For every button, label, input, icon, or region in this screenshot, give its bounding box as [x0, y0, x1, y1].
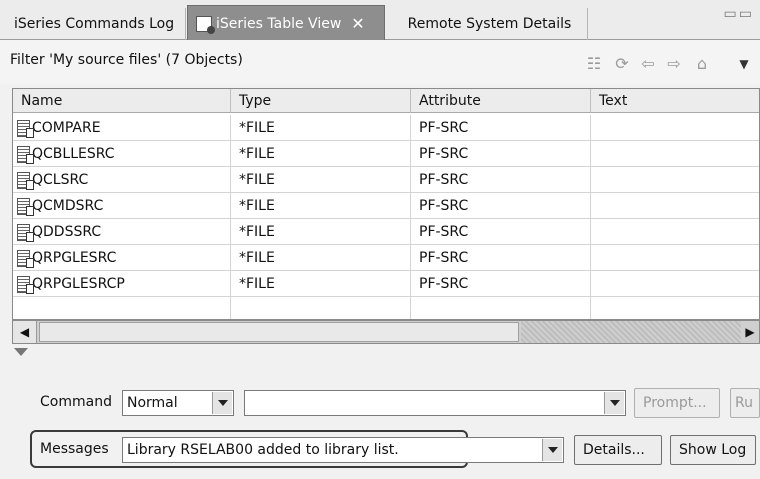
table-row[interactable]: QDDSSRC *FILE PF-SRC	[13, 219, 759, 245]
tab-table-view-label: iSeries Table View	[216, 15, 342, 32]
scroll-left-icon[interactable]: ◀	[13, 321, 37, 343]
command-label: Command	[40, 394, 112, 410]
view-menu-icon[interactable]: ▼	[734, 54, 754, 74]
show-log-button[interactable]: Show Log	[670, 435, 756, 465]
back-icon[interactable]: ⇦	[638, 54, 658, 74]
column-header-attribute[interactable]: Attribute	[411, 89, 591, 113]
tab-remote-system-details[interactable]: Remote System Details	[392, 8, 588, 40]
row-text	[591, 141, 759, 167]
scroll-right-icon[interactable]: ▶	[741, 321, 759, 343]
source-file-icon	[17, 275, 34, 294]
row-name: QRPGLESRC	[32, 250, 117, 266]
row-attribute: PF-SRC	[411, 219, 591, 245]
row-text	[591, 167, 759, 193]
row-name: QCBLLESRC	[32, 146, 115, 162]
source-file-icon	[17, 223, 34, 242]
chevron-down-icon[interactable]	[212, 392, 232, 414]
source-file-icon	[17, 145, 34, 164]
column-header-type[interactable]: Type	[231, 89, 411, 113]
tab-commands-log[interactable]: iSeries Commands Log	[6, 8, 186, 40]
source-file-icon	[17, 171, 34, 190]
command-mode-select[interactable]: Normal	[122, 390, 234, 416]
scrollbar-thumb[interactable]	[39, 322, 519, 342]
scrollbar-track[interactable]	[521, 321, 741, 343]
close-icon[interactable]: ✕	[351, 14, 364, 33]
row-type: *FILE	[231, 167, 411, 193]
row-attribute: PF-SRC	[411, 115, 591, 141]
column-header-text[interactable]: Text	[591, 89, 759, 113]
row-name: QCLSRC	[32, 172, 89, 188]
row-type: *FILE	[231, 193, 411, 219]
row-text	[591, 115, 759, 141]
messages-combo[interactable]: Library RSELAB00 added to library list.	[122, 437, 564, 463]
row-attribute: PF-SRC	[411, 271, 591, 297]
table-header: Name Type Attribute Text	[13, 89, 759, 113]
chevron-down-icon[interactable]	[604, 392, 624, 414]
view-tab-bar: iSeries Commands Log iSeries Table View …	[0, 0, 760, 41]
table-view-icon	[196, 15, 215, 34]
row-name: QRPGLESRCP	[32, 276, 125, 292]
filter-icon[interactable]: ☷	[584, 54, 604, 74]
horizontal-scrollbar[interactable]: ◀ ▶	[12, 320, 760, 344]
row-attribute: PF-SRC	[411, 193, 591, 219]
row-name: QCMDSRC	[32, 198, 104, 214]
objects-table: Name Type Attribute Text COMPARE *FILE P…	[12, 88, 760, 320]
column-header-name[interactable]: Name	[13, 89, 231, 113]
chevron-down-icon[interactable]	[542, 439, 562, 461]
row-type: *FILE	[231, 141, 411, 167]
table-row[interactable]: COMPARE *FILE PF-SRC	[13, 115, 759, 141]
minimize-maximize-icon[interactable]: ▭▭	[724, 6, 754, 22]
table-row[interactable]: QCMDSRC *FILE PF-SRC	[13, 193, 759, 219]
row-text	[591, 271, 759, 297]
row-type: *FILE	[231, 271, 411, 297]
filter-label: Filter 'My source files' (7 Objects)	[10, 52, 243, 68]
command-input[interactable]	[244, 390, 626, 416]
table-row-empty	[13, 297, 759, 319]
table-row[interactable]: QRPGLESRC *FILE PF-SRC	[13, 245, 759, 271]
source-file-icon	[17, 197, 34, 216]
source-file-icon	[17, 249, 34, 268]
table-row[interactable]: QCBLLESRC *FILE PF-SRC	[13, 141, 759, 167]
tab-table-view[interactable]: iSeries Table View ✕	[187, 5, 385, 41]
row-name: QDDSSRC	[32, 224, 102, 240]
run-button[interactable]: Ru	[730, 388, 760, 418]
row-attribute: PF-SRC	[411, 141, 591, 167]
row-type: *FILE	[231, 219, 411, 245]
row-name: COMPARE	[32, 120, 101, 136]
tab-remote-system-details-label: Remote System Details	[407, 16, 572, 32]
row-type: *FILE	[231, 115, 411, 141]
row-attribute: PF-SRC	[411, 245, 591, 271]
row-attribute: PF-SRC	[411, 167, 591, 193]
row-type: *FILE	[231, 245, 411, 271]
row-text	[591, 245, 759, 271]
messages-value: Library RSELAB00 added to library list.	[127, 442, 399, 458]
tab-commands-log-label: iSeries Commands Log	[14, 16, 175, 32]
home-icon[interactable]: ⌂	[692, 54, 712, 74]
row-text	[591, 219, 759, 245]
messages-label: Messages	[40, 441, 109, 457]
row-text	[591, 193, 759, 219]
table-row[interactable]: QRPGLESRCP *FILE PF-SRC	[13, 271, 759, 297]
command-mode-value: Normal	[127, 395, 178, 411]
prompt-button[interactable]: Prompt...	[634, 388, 720, 418]
source-file-icon	[17, 119, 34, 138]
forward-icon[interactable]: ⇨	[664, 54, 684, 74]
collapse-triangle-icon[interactable]	[14, 348, 28, 356]
refresh-icon[interactable]: ⟳	[612, 54, 632, 74]
details-button[interactable]: Details...	[574, 435, 662, 465]
table-row[interactable]: QCLSRC *FILE PF-SRC	[13, 167, 759, 193]
